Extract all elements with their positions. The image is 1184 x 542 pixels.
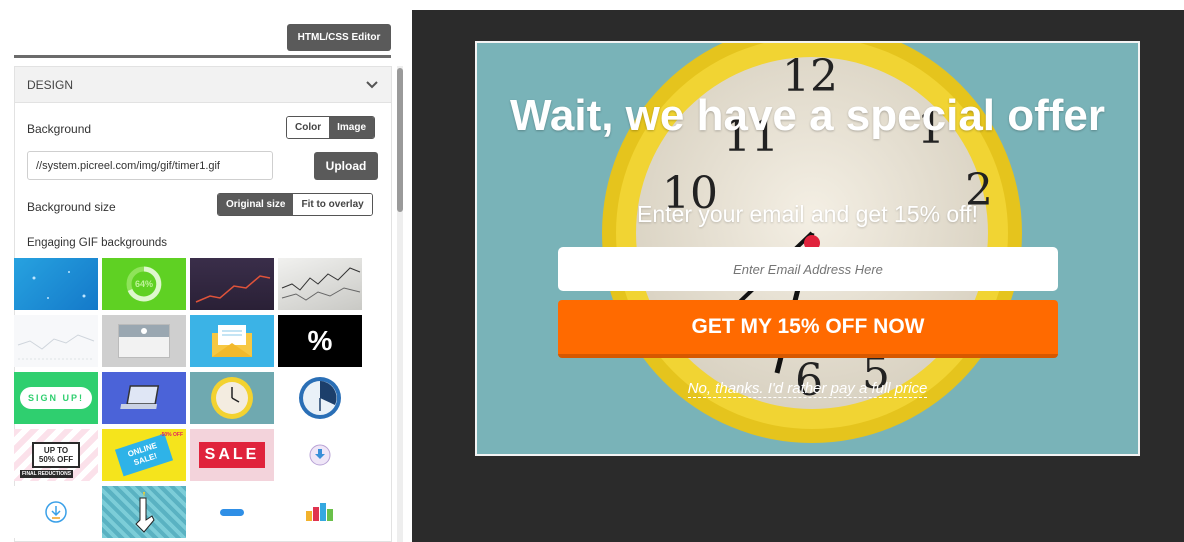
background-size-toggle: Original size Fit to overlay xyxy=(217,193,373,216)
background-image-option[interactable]: Image xyxy=(329,117,375,138)
gif-tile-sale-red[interactable]: SALE xyxy=(190,429,274,481)
progress-percent-text: 64% xyxy=(134,279,153,289)
background-color-option[interactable]: Color xyxy=(287,117,330,138)
background-url-input[interactable] xyxy=(27,151,273,180)
get-discount-button[interactable]: GET MY 15% OFF NOW xyxy=(558,300,1058,358)
background-label: Background xyxy=(27,122,92,136)
percent-text: % xyxy=(307,325,333,356)
design-panel-header[interactable]: DESIGN xyxy=(15,67,391,103)
gif-tile-line-chart-light[interactable] xyxy=(14,315,98,367)
gif-tile-dark-chart[interactable] xyxy=(190,258,274,310)
gif-background-grid: 64% % SIGN UP! UP TO 50% OFF FINAL REDUC… xyxy=(14,258,364,538)
final-reductions-text: FINAL REDUCTIONS xyxy=(20,470,74,478)
background-type-toggle: Color Image xyxy=(286,116,376,139)
html-css-editor-button[interactable]: HTML/CSS Editor xyxy=(287,24,391,51)
gif-backgrounds-label: Engaging GIF backgrounds xyxy=(27,237,168,249)
popup-subtitle: Enter your email and get 15% off! xyxy=(637,201,978,227)
gif-tile-blue-clock[interactable] xyxy=(278,372,362,424)
background-size-label: Background size xyxy=(27,200,116,214)
original-size-option[interactable]: Original size xyxy=(218,194,294,215)
email-input[interactable] xyxy=(558,247,1058,291)
sign-up-text: SIGN UP! xyxy=(19,387,92,409)
gif-tile-blue-particles[interactable] xyxy=(14,258,98,310)
gif-tile-percent-black[interactable]: % xyxy=(278,315,362,367)
sidebar-divider xyxy=(14,55,391,58)
sidebar-scroll-thumb[interactable] xyxy=(397,68,403,212)
online-sale-text: ONLINE SALE! xyxy=(114,433,174,477)
popup-preview: 12 1 2 3 4 5 6 8 9 10 11 Wait, we have a… xyxy=(475,41,1140,456)
gif-tile-online-sale[interactable]: ONLINE SALE! -50% OFF xyxy=(102,429,186,481)
gif-tile-sign-up[interactable]: SIGN UP! xyxy=(14,372,98,424)
chevron-down-icon[interactable] xyxy=(365,78,379,92)
gif-tile-download-icon[interactable] xyxy=(14,486,98,538)
gif-tile-yellow-clock[interactable] xyxy=(190,372,274,424)
gif-tile-download-circle[interactable] xyxy=(278,429,362,481)
gif-tile-stock-paper[interactable] xyxy=(278,258,362,310)
gif-tile-blue-button[interactable] xyxy=(190,486,274,538)
decline-link-wrap: No, thanks. I'd rather pay a full price xyxy=(477,380,1138,398)
sale-50-text: UP TO 50% OFF xyxy=(32,442,80,468)
sale-off-text: -50% OFF xyxy=(159,432,183,438)
gif-tile-laptop[interactable] xyxy=(102,372,186,424)
popup-headline: Wait, we have a special offer xyxy=(509,91,1106,140)
gif-tile-sale-50[interactable]: UP TO 50% OFF FINAL REDUCTIONS xyxy=(14,429,98,481)
decline-link[interactable]: No, thanks. I'd rather pay a full price xyxy=(687,380,928,398)
design-panel-title: DESIGN xyxy=(27,77,74,92)
editor-sidebar: HTML/CSS Editor DESIGN Background Color … xyxy=(0,0,412,542)
gif-tile-envelope[interactable] xyxy=(190,315,274,367)
sale-red-text: SALE xyxy=(198,442,266,468)
gif-tile-green-progress[interactable]: 64% xyxy=(102,258,186,310)
top-bar xyxy=(0,0,1184,10)
gif-tile-map-pin[interactable] xyxy=(102,315,186,367)
gif-tile-gifts[interactable] xyxy=(278,486,362,538)
fit-to-overlay-option[interactable]: Fit to overlay xyxy=(293,194,372,215)
gif-tile-click-hand[interactable] xyxy=(102,486,186,538)
upload-button[interactable]: Upload xyxy=(314,152,378,180)
